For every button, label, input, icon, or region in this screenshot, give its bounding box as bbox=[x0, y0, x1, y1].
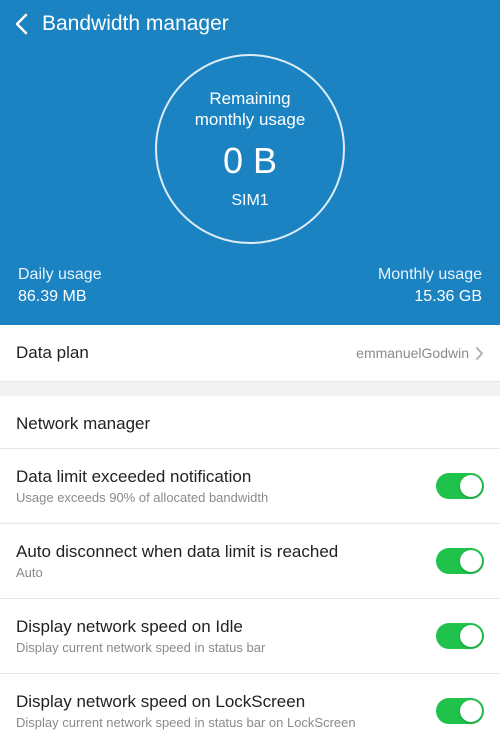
section-gap bbox=[0, 382, 500, 396]
data-plan-value: emmanuelGodwin bbox=[356, 345, 469, 361]
settings-list: Data plan emmanuelGodwin Network manager… bbox=[0, 325, 500, 748]
back-icon[interactable] bbox=[14, 13, 28, 35]
data-limit-notification-toggle[interactable] bbox=[436, 473, 484, 499]
network-speed-idle-toggle[interactable] bbox=[436, 623, 484, 649]
monthly-usage: Monthly usage 15.36 GB bbox=[378, 264, 482, 307]
row-sub: Display current network speed in status … bbox=[16, 715, 436, 730]
monthly-usage-value: 15.36 GB bbox=[378, 286, 482, 308]
row-title: Data limit exceeded notification bbox=[16, 467, 436, 487]
sim-label: SIM1 bbox=[231, 192, 268, 210]
network-speed-lockscreen-toggle[interactable] bbox=[436, 698, 484, 724]
usage-ring-wrap: Remaining monthly usage 0 B SIM1 bbox=[14, 54, 486, 244]
usage-row: Daily usage 86.39 MB Monthly usage 15.36… bbox=[14, 264, 486, 307]
network-speed-lockscreen-row[interactable]: Display network speed on LockScreen Disp… bbox=[0, 674, 500, 748]
daily-usage-label: Daily usage bbox=[18, 264, 102, 286]
chevron-right-icon bbox=[475, 346, 484, 361]
monthly-usage-label: Monthly usage bbox=[378, 264, 482, 286]
remaining-amount: 0 B bbox=[223, 140, 277, 182]
network-speed-idle-row[interactable]: Display network speed on Idle Display cu… bbox=[0, 599, 500, 674]
row-title: Display network speed on Idle bbox=[16, 617, 436, 637]
data-limit-notification-row[interactable]: Data limit exceeded notification Usage e… bbox=[0, 449, 500, 524]
header: Bandwidth manager Remaining monthly usag… bbox=[0, 0, 500, 325]
page-title: Bandwidth manager bbox=[42, 12, 229, 36]
data-plan-title: Data plan bbox=[16, 343, 356, 363]
daily-usage: Daily usage 86.39 MB bbox=[18, 264, 102, 307]
row-sub: Display current network speed in status … bbox=[16, 640, 436, 655]
usage-ring[interactable]: Remaining monthly usage 0 B SIM1 bbox=[155, 54, 345, 244]
row-title: Auto disconnect when data limit is reach… bbox=[16, 542, 436, 562]
auto-disconnect-row[interactable]: Auto disconnect when data limit is reach… bbox=[0, 524, 500, 599]
row-title: Display network speed on LockScreen bbox=[16, 692, 436, 712]
auto-disconnect-toggle[interactable] bbox=[436, 548, 484, 574]
row-sub: Usage exceeds 90% of allocated bandwidth bbox=[16, 490, 436, 505]
titlebar: Bandwidth manager bbox=[14, 12, 486, 36]
daily-usage-value: 86.39 MB bbox=[18, 286, 102, 308]
data-plan-row[interactable]: Data plan emmanuelGodwin bbox=[0, 325, 500, 382]
row-sub: Auto bbox=[16, 565, 436, 580]
network-manager-header: Network manager bbox=[0, 396, 500, 449]
remaining-label: Remaining monthly usage bbox=[195, 88, 306, 131]
